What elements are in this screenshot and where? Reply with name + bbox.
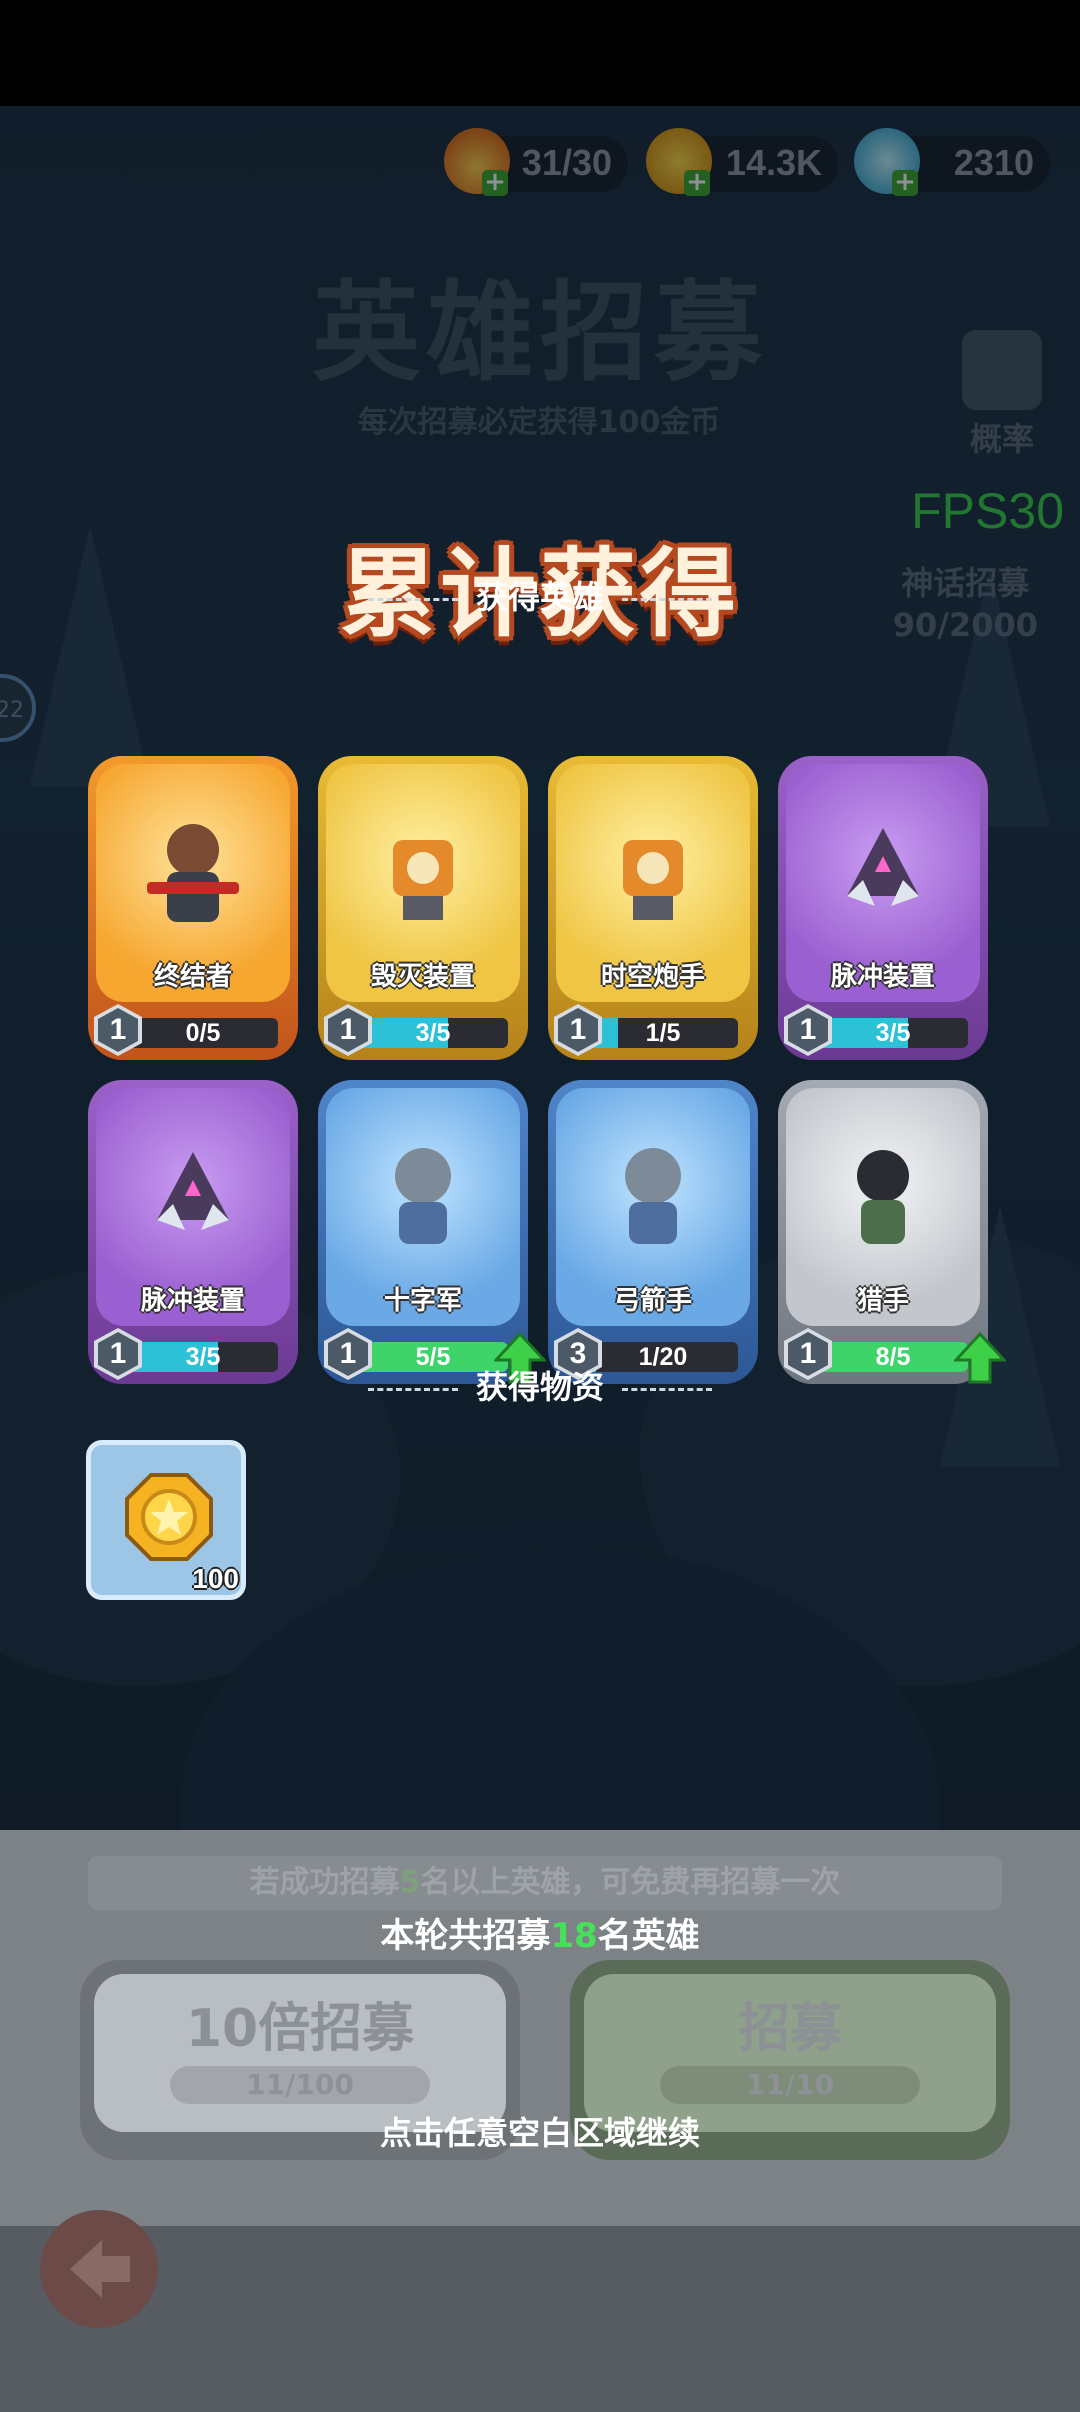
hero-portrait [157,1152,229,1230]
hero-shard-progress: 1/5 [588,1018,738,1048]
hero-card[interactable]: 脉冲装置 3/5 1 [778,756,988,1060]
hint-suffix: 名以上英雄，可免费再招募一次 [420,1865,841,1900]
hero-portrait [847,828,919,906]
hero-level: 1 [328,1008,368,1052]
recruit-label: 招募 [737,1999,842,2059]
item-card-gold[interactable]: 100 [86,1440,246,1600]
recruit-summary: 本轮共招募18名英雄 [0,1908,1080,1957]
summary-prefix: 本轮共招募 [380,1916,551,1956]
items-section-header: 获得物资 [0,1362,1080,1408]
item-count: 100 [192,1563,239,1594]
hero-progress-text: 3/5 [415,1019,451,1047]
hero-card[interactable]: 终结者 0/5 1 [88,756,298,1060]
divider [367,1387,458,1391]
hero-progress-text: 1/5 [645,1019,681,1047]
hero-name: 猎手 [856,1286,909,1316]
hero-portrait [395,1148,451,1244]
hero-name: 脉冲装置 [830,962,935,992]
hero-name: 弓箭手 [613,1286,692,1316]
hero-level: 1 [788,1008,828,1052]
divider [367,597,458,601]
hero-level-badge: 1 [784,1004,832,1056]
bonus-hint: 若成功招募5名以上英雄，可免费再招募一次 [88,1856,1002,1910]
hero-level: 1 [558,1008,598,1052]
continue-hint[interactable]: 点击任意空白区域继续 [0,2108,1080,2154]
hero-card[interactable]: 毁灭装置 3/5 1 [318,756,528,1060]
heroes-header-label: 获得英雄 [475,578,604,616]
hero-card[interactable]: 时空炮手 1/5 1 [548,756,758,1060]
summary-count: 18 [550,1916,598,1956]
divider [622,1387,712,1391]
hero-progress-text: 0/5 [185,1019,221,1047]
divider [622,597,712,601]
hero-progress-text: 3/5 [875,1019,911,1047]
hero-name: 毁灭装置 [370,962,475,992]
hero-level-badge: 1 [94,1004,142,1056]
gold-coin-icon [125,1473,213,1561]
ten-recruit-label: 10倍招募 [185,1999,415,2059]
hero-shard-progress: 3/5 [358,1018,508,1048]
back-arrow-icon [70,2240,130,2298]
hero-name: 十字军 [383,1286,462,1316]
hero-card[interactable]: 十字军 5/5 1 [318,1080,546,1384]
back-arrow-button[interactable] [40,2210,158,2328]
summary-suffix: 名英雄 [597,1916,700,1956]
hero-shard-progress: 3/5 [818,1018,968,1048]
status-bar [0,0,1080,106]
hero-portrait [857,1150,909,1244]
hero-level: 1 [98,1008,138,1052]
hero-name: 时空炮手 [600,962,705,992]
hero-name: 终结者 [153,962,232,992]
hero-card[interactable]: 脉冲装置 3/5 1 [88,1080,298,1384]
heroes-section-header: 获得英雄 [0,572,1080,618]
hero-card[interactable]: 弓箭手 1/20 3 [548,1080,758,1384]
hero-portrait [393,840,453,920]
hero-card[interactable]: 猎手 8/5 1 [778,1080,1006,1384]
hero-portrait [623,840,683,920]
hint-count: 5 [399,1865,421,1900]
ten-recruit-cost: 11/100 [170,2066,430,2104]
hero-portrait [625,1148,681,1244]
hero-portrait [147,824,239,922]
hero-shard-progress: 0/5 [128,1018,278,1048]
hero-name: 脉冲装置 [140,1286,245,1316]
hint-prefix: 若成功招募 [249,1865,400,1900]
hero-level-badge: 1 [324,1004,372,1056]
items-header-label: 获得物资 [475,1368,604,1406]
recruit-cost: 11/10 [660,2066,920,2104]
hero-level-badge: 1 [554,1004,602,1056]
